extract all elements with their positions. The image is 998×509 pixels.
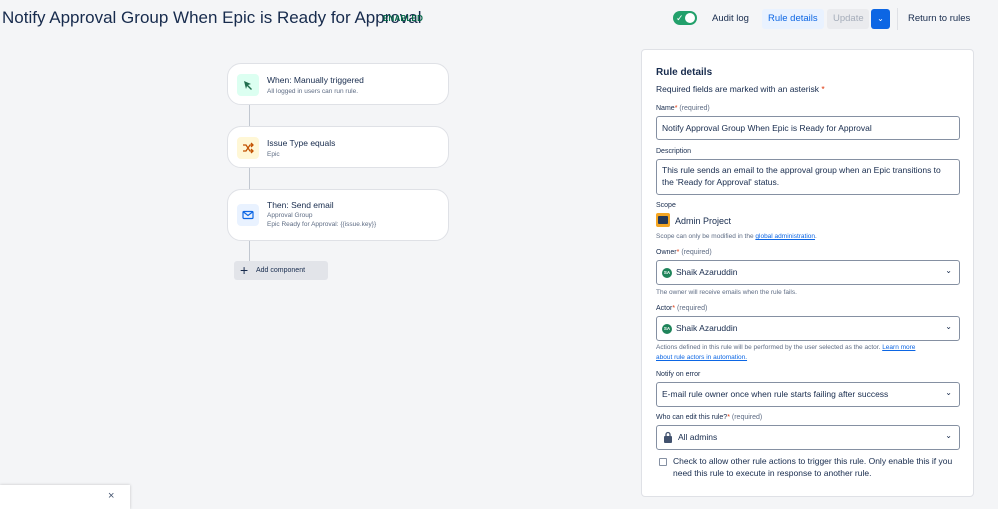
name-value: Notify Approval Group When Epic is Ready… [662,123,872,133]
notify-label: Notify on error [656,371,701,378]
action-subtitle: Approval Group [267,212,313,219]
header-divider [897,8,898,30]
global-administration-link[interactable]: global administration [755,233,815,240]
actor-select[interactable]: SA Shaik Azaruddin ⌄ [656,316,960,341]
action-email-subject: Epic Ready for Approval: {{issue.key}} [267,221,377,228]
actor-label-text: Actor [656,305,673,312]
close-icon[interactable]: × [108,490,114,502]
notify-select[interactable]: E-mail rule owner once when rule starts … [656,382,960,407]
edit-label-text: Who can edit this rule? [656,414,728,421]
flow-connector [249,105,250,127]
mail-icon [237,204,259,226]
action-card[interactable]: Then: Send email Approval Group Epic Rea… [227,189,449,241]
scope-value: Admin Project [675,216,732,226]
trigger-title: When: Manually triggered [267,75,364,85]
required-hint: (required) [681,249,712,256]
flow-connector [249,168,250,190]
flow-connector [249,240,250,262]
name-label-text: Name [656,105,675,112]
actor-help-text: Actions defined in this rule will be per… [656,344,881,351]
required-note: Required fields are marked with an aster… [656,84,825,94]
actor-value: Shaik Azaruddin [676,323,738,333]
add-component-button[interactable]: + Add component [234,261,328,280]
scope-help: Scope can only be modified in the global… [656,233,817,240]
owner-label: Owner* (required) [656,249,712,256]
panel-title: Rule details [656,67,713,78]
actor-help-line2: about rule actors in automation. [656,354,747,361]
avatar: SA [662,324,672,334]
trigger-subtitle: All logged in users can run rule. [267,88,359,95]
owner-help: The owner will receive emails when the r… [656,289,797,296]
condition-subtitle: Epic [267,151,280,158]
scope-label: Scope [656,202,676,209]
chevron-down-icon: ⌄ [945,266,952,275]
owner-label-text: Owner [656,249,677,256]
page-title: Notify Approval Group When Epic is Ready… [2,8,422,27]
check-icon: ✓ [676,13,684,23]
bottom-panel: × [0,485,130,509]
project-icon [656,213,670,227]
edit-permission-value: All admins [678,432,718,442]
required-hint: (required) [679,105,710,112]
edit-permission-select[interactable]: All admins ⌄ [656,425,960,450]
rule-header: Notify Approval Group When Epic is Ready… [0,0,998,38]
scope-help-text: Scope can only be modified in the [656,233,754,240]
toggle-knob [685,13,695,23]
allow-trigger-checkbox[interactable] [659,458,667,466]
chevron-down-icon: ⌄ [945,388,952,397]
shuffle-icon [237,137,259,159]
actor-label: Actor* (required) [656,305,707,312]
chevron-down-icon: ⌄ [945,322,952,331]
required-asterisk: * [821,84,825,94]
required-asterisk: * [672,305,676,312]
name-label: Name* (required) [656,105,710,112]
learn-more-link[interactable]: Learn more [882,344,915,351]
description-label: Description [656,148,692,155]
notify-value: E-mail rule owner once when rule starts … [662,389,889,399]
required-hint: (required) [731,414,763,421]
edit-permission-label: Who can edit this rule?* (required) [656,414,762,421]
add-component-label: Add component [256,267,306,274]
plus-icon: + [240,262,249,278]
required-asterisk: * [676,249,680,256]
description-field[interactable]: This rule sends an email to the approval… [656,159,960,195]
owner-select[interactable]: SA Shaik Azaruddin ⌄ [656,260,960,285]
lock-icon [663,431,673,445]
condition-card[interactable]: Issue Type equals Epic [227,126,449,168]
action-title: Then: Send email [267,200,334,210]
update-dropdown-button[interactable]: ⌄ [871,9,890,29]
avatar: SA [662,268,672,278]
actor-help: Actions defined in this rule will be per… [656,344,915,351]
owner-value: Shaik Azaruddin [676,267,738,277]
condition-title: Issue Type equals [267,138,336,148]
return-to-rules-button[interactable]: Return to rules [902,9,976,29]
description-value: This rule sends an email to the approval… [662,165,941,187]
audit-log-button[interactable]: Audit log [706,9,755,29]
name-field[interactable]: Notify Approval Group When Epic is Ready… [656,116,960,140]
rule-details-button[interactable]: Rule details [762,9,824,29]
required-note-text: Required fields are marked with an aster… [656,84,819,94]
required-hint: (required) [677,305,708,312]
chevron-down-icon: ⌄ [877,14,884,23]
rule-enabled-toggle[interactable]: ✓ [673,11,697,25]
status-badge: ENABLED [383,14,424,23]
chevron-down-icon: ⌄ [945,431,952,440]
trigger-card[interactable]: When: Manually triggered All logged in u… [227,63,449,105]
allow-trigger-text: Check to allow other rule actions to tri… [673,456,953,478]
pointer-click-icon [237,74,259,96]
required-asterisk: * [674,105,678,112]
rule-actors-link[interactable]: about rule actors in automation. [656,354,747,361]
rule-details-panel: Rule details Required fields are marked … [641,49,974,497]
update-button[interactable]: Update [827,9,869,29]
scope-help-suffix: . [815,233,817,240]
required-asterisk: * [727,414,730,421]
